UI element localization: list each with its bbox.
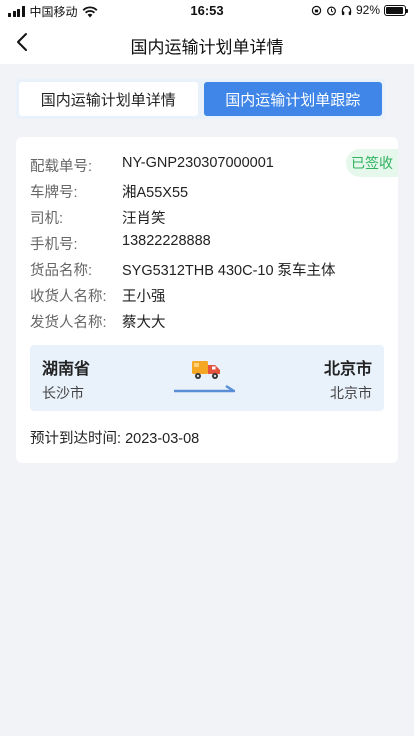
field-row-driver: 司机: 汪肖笑 — [30, 207, 166, 228]
field-value: 湘A55X55 — [122, 185, 189, 201]
tab-bar: 国内运输计划单详情 国内运输计划单跟踪 — [16, 79, 385, 119]
field-row-goods-name: 货品名称: SYG5312THB 430C-10 泵车主体 — [30, 259, 336, 280]
field-label: 货品名称: — [30, 263, 93, 279]
field-value[interactable]: 13822228888 — [122, 233, 211, 254]
eta-label: 预计到达时间: — [30, 431, 122, 447]
status-bar: 中国移动 16:53 92% — [0, 0, 414, 22]
field-label: 手机号: — [30, 237, 78, 253]
route-arrow-icon — [174, 385, 236, 393]
field-value: 汪肖笑 — [122, 211, 166, 227]
destination-province: 北京市 — [323, 361, 372, 378]
field-row-load-number: 配载单号: NY-GNP230307000001 — [30, 155, 274, 176]
battery-level-fill — [386, 6, 403, 14]
nav-bar: 国内运输计划单详情 — [0, 22, 414, 64]
status-badge: 已签收 — [346, 149, 398, 177]
field-label: 收货人名称: — [30, 289, 107, 305]
field-label: 发货人名称: — [30, 315, 107, 331]
field-label: 车牌号: — [30, 185, 78, 201]
truck-icon — [192, 361, 220, 379]
field-value: NY-GNP230307000001 — [122, 155, 274, 171]
field-value: 王小强 — [122, 289, 166, 305]
origin-city: 长沙市 — [42, 385, 84, 401]
field-value: SYG5312THB 430C-10 泵车主体 — [122, 263, 336, 279]
page-title: 国内运输计划单详情 — [130, 38, 284, 57]
status-bar-right: 92% — [311, 3, 408, 17]
field-row-plate-number: 车牌号: 湘A55X55 — [30, 181, 188, 202]
alarm-icon — [327, 6, 336, 15]
eta-row: 预计到达时间: 2023-03-08 — [30, 427, 199, 448]
origin-province: 湖南省 — [42, 361, 91, 378]
field-row-shipper: 发货人名称: 蔡大大 — [30, 311, 166, 332]
headphones-icon — [341, 5, 352, 15]
field-label: 司机: — [30, 211, 64, 227]
field-row-consignee: 收货人名称: 王小强 — [30, 285, 166, 306]
tab-plan-tracking[interactable]: 国内运输计划单跟踪 — [203, 82, 382, 116]
tab-plan-detail[interactable]: 国内运输计划单详情 — [19, 82, 198, 116]
battery-percent: 92% — [355, 3, 380, 17]
orientation-lock-icon — [311, 5, 322, 15]
route-panel: 湖南省 长沙市 北京市 北京市 — [30, 345, 384, 411]
eta-value: 2023-03-08 — [125, 431, 200, 447]
field-row-phone: 手机号: 13822228888 — [30, 233, 211, 254]
destination-city: 北京市 — [330, 385, 372, 401]
battery-icon — [384, 4, 408, 16]
field-label: 配载单号: — [30, 159, 93, 175]
shipment-card: 已签收 配载单号: NY-GNP230307000001 车牌号: 湘A55X5… — [16, 137, 398, 463]
field-value: 蔡大大 — [122, 315, 166, 331]
